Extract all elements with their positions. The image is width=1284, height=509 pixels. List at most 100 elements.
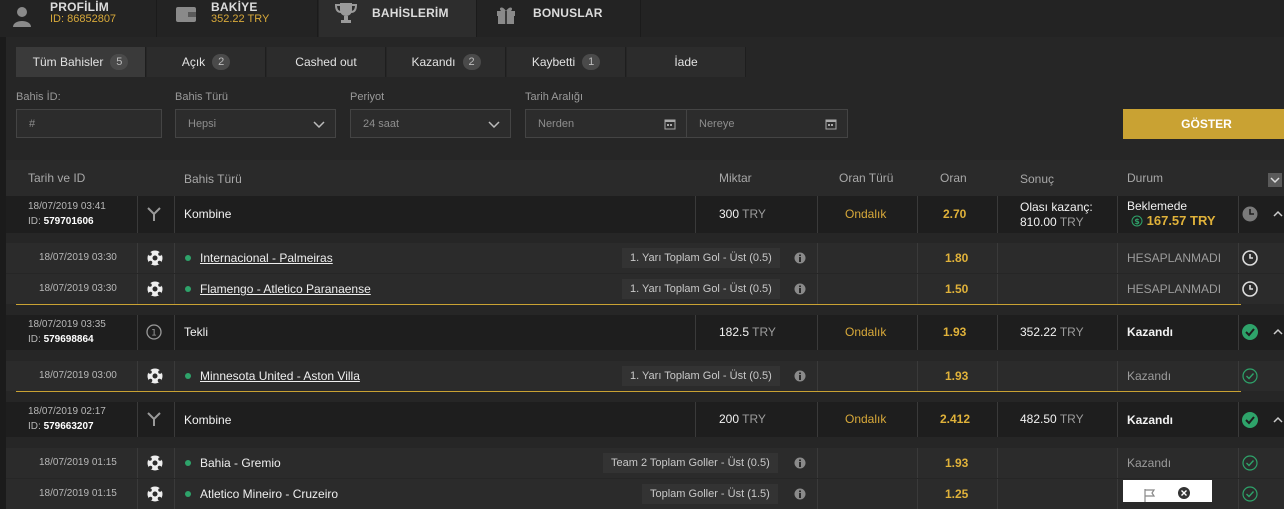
date-from-input[interactable]: Nerden	[525, 109, 687, 138]
selection-odds: 1.93	[945, 369, 969, 383]
info-icon[interactable]	[794, 457, 806, 469]
close-icon	[1178, 487, 1190, 499]
match-link[interactable]: Atletico Mineiro - Cruzeiro	[200, 487, 338, 501]
selection-row: 18/07/2019 03:30 Flamengo - Atletico Par…	[6, 274, 1284, 304]
bet-id-input[interactable]: #	[16, 109, 162, 138]
bet-status: Kazandı	[1127, 413, 1174, 427]
check-circle-icon	[1242, 412, 1258, 428]
tab-open[interactable]: Açık 2	[147, 47, 266, 77]
chevron-down-icon	[1270, 177, 1280, 184]
info-icon[interactable]	[794, 370, 806, 382]
col-date-id: Tarih ve ID	[28, 171, 86, 185]
cashout-amount[interactable]: $ 167.57 TRY	[1131, 213, 1216, 228]
selection-status: HESAPLANMADI	[1127, 282, 1222, 296]
date-to-input[interactable]: Nereye	[686, 109, 848, 138]
clock-icon	[1242, 281, 1258, 297]
bet-id-placeholder: #	[29, 117, 36, 130]
divider	[1117, 274, 1118, 304]
bet-status: Kazandı	[1127, 325, 1174, 339]
tab-cashed-out[interactable]: Cashed out	[267, 47, 386, 77]
divider	[174, 274, 175, 304]
table-header: Tarih ve ID Bahis Türü Miktar Oran Türü …	[6, 160, 1284, 196]
info-icon[interactable]	[794, 283, 806, 295]
match-link[interactable]: Bahia - Gremio	[200, 456, 281, 470]
bet-amount: 182.5 TRY	[719, 325, 776, 339]
info-icon[interactable]	[794, 488, 806, 500]
selection-date: 18/07/2019 01:15	[39, 457, 117, 468]
tab-lost[interactable]: Kaybetti 1	[507, 47, 626, 77]
nav-tab-profile[interactable]: PROFİLİM ID: 86852807	[0, 0, 157, 37]
trophy-icon	[334, 3, 358, 23]
match-link[interactable]: Flamengo - Atletico Paranaense	[200, 282, 371, 296]
divider	[917, 402, 918, 437]
divider	[695, 402, 696, 437]
nav-tab-balance[interactable]: BAKİYE 352.22 TRY	[158, 0, 318, 37]
bet-type-select[interactable]: Hepsi	[175, 109, 336, 138]
live-dot	[185, 460, 191, 466]
chevron-up-icon[interactable]	[1272, 326, 1284, 338]
bet-id-value: 579663207	[43, 421, 94, 432]
period-select[interactable]: 24 saat	[350, 109, 511, 138]
divider	[1238, 361, 1239, 391]
match-link[interactable]: Minnesota United - Aston Villa	[200, 369, 360, 383]
svg-text:$: $	[1134, 217, 1140, 226]
nav-tab-my-bets[interactable]: BAHİSLERİM	[319, 0, 477, 37]
nav-tab-bonuses[interactable]: BONUSLAR	[478, 0, 641, 37]
live-dot	[185, 491, 191, 497]
bet-row[interactable]: 18/07/2019 02:17 ID: 579663207 Kombine 2…	[6, 402, 1284, 437]
col-odds-type: Oran Türü	[839, 171, 894, 185]
bet-result: 352.22 TRY	[1020, 325, 1084, 339]
result-value: 352.22	[1020, 325, 1057, 339]
selection-status: Kazandı	[1127, 456, 1172, 470]
divider	[917, 448, 918, 478]
bet-type-value: Hepsi	[188, 117, 217, 130]
chevron-up-icon[interactable]	[1272, 414, 1284, 426]
tab-refund[interactable]: İade	[627, 47, 746, 77]
bet-row[interactable]: 18/07/2019 03:35 ID: 579698864 1 Tekli 1…	[6, 315, 1284, 350]
user-icon	[13, 7, 31, 27]
divider	[1238, 315, 1239, 350]
amount-currency: TRY	[752, 325, 776, 339]
divider	[997, 479, 998, 509]
divider	[997, 243, 998, 273]
top-navigation: PROFİLİM ID: 86852807 BAKİYE 352.22 TRY …	[0, 0, 1284, 37]
match-link[interactable]: Internacional - Palmeiras	[200, 251, 333, 265]
divider	[1238, 402, 1239, 437]
divider	[817, 402, 818, 437]
market-label: 1. Yarı Toplam Gol - Üst (0.5)	[622, 279, 780, 299]
divider	[917, 361, 918, 391]
info-icon[interactable]	[794, 252, 806, 264]
divider	[174, 479, 175, 509]
divider	[817, 448, 818, 478]
bet-id: ID: 579701606	[28, 216, 94, 227]
divider	[817, 274, 818, 304]
clock-icon	[1242, 206, 1258, 222]
selection-status: HESAPLANMADI	[1127, 251, 1222, 265]
tab-label: Kaybetti	[531, 55, 576, 69]
help-widget[interactable]	[1123, 480, 1212, 502]
collapse-all-button[interactable]	[1268, 173, 1282, 187]
divider	[137, 315, 138, 350]
result-currency: TRY	[1059, 215, 1084, 229]
divider	[917, 196, 918, 233]
bet-type: Kombine	[184, 207, 232, 221]
divider	[817, 315, 818, 350]
divider	[1238, 196, 1239, 233]
col-amount: Miktar	[719, 171, 752, 185]
bet-id-prefix: ID:	[28, 216, 41, 227]
bet-id-value: 579698864	[43, 334, 94, 345]
chevron-down-icon	[313, 121, 325, 129]
divider	[174, 402, 175, 437]
bet-id-prefix: ID:	[28, 421, 41, 432]
chevron-up-icon[interactable]	[1272, 208, 1284, 220]
divider	[917, 243, 918, 273]
selection-date: 18/07/2019 01:15	[39, 488, 117, 499]
divider	[174, 196, 175, 233]
bet-amount: 300 TRY	[719, 207, 766, 221]
tab-all-bets[interactable]: Tüm Bahisler 5	[16, 47, 146, 77]
tab-won[interactable]: Kazandı 2	[387, 47, 506, 77]
date-from-placeholder: Nerden	[538, 117, 575, 130]
bet-row[interactable]: 18/07/2019 03:41 ID: 579701606 Kombine 3…	[6, 196, 1284, 233]
selection-row: 18/07/2019 03:30 Internacional - Palmeir…	[6, 243, 1284, 273]
show-button[interactable]: GÖSTER	[1123, 109, 1284, 139]
